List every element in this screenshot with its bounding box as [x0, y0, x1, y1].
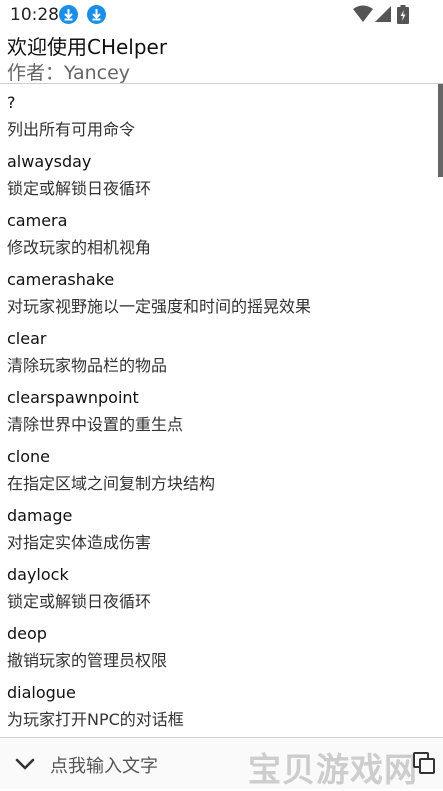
chevron-down-icon[interactable] — [15, 756, 35, 775]
command-description: 对玩家视野施以一定强度和时间的摇晃效果 — [7, 297, 312, 316]
command-item[interactable]: deop 撤销玩家的管理员权限 — [0, 615, 436, 674]
download-icon — [87, 5, 106, 24]
command-description: 对指定实体造成伤害 — [7, 533, 152, 552]
command-name: camera — [7, 211, 68, 230]
signal-icon — [375, 5, 391, 27]
command-description: 锁定或解锁日夜循环 — [7, 592, 152, 611]
command-name: camerashake — [7, 270, 115, 289]
command-description: 清除玩家物品栏的物品 — [7, 356, 168, 375]
command-item[interactable]: alwaysday 锁定或解锁日夜循环 — [0, 143, 436, 202]
copy-icon[interactable] — [413, 752, 435, 778]
command-description: 撤销玩家的管理员权限 — [7, 651, 168, 670]
command-description: 清除世界中设置的重生点 — [7, 415, 184, 434]
command-item[interactable]: clear 清除玩家物品栏的物品 — [0, 320, 436, 379]
command-description: 在指定区域之间复制方块结构 — [7, 474, 216, 493]
wifi-icon — [353, 5, 373, 27]
page-title: 欢迎使用CHelper — [7, 35, 168, 59]
command-input[interactable]: 点我输入文字 — [50, 752, 158, 778]
input-bar[interactable]: 点我输入文字 宝贝游戏网 — [0, 737, 443, 789]
command-item[interactable]: clearspawnpoint 清除世界中设置的重生点 — [0, 379, 436, 438]
command-item[interactable]: damage 对指定实体造成伤害 — [0, 497, 436, 556]
watermark: 宝贝游戏网 — [248, 750, 418, 789]
download-icon — [59, 5, 78, 24]
status-time: 10:28 — [10, 5, 59, 25]
command-name: alwaysday — [7, 152, 92, 171]
command-item[interactable]: dialogue 为玩家打开NPC的对话框 — [0, 674, 436, 733]
command-description: 为玩家打开NPC的对话框 — [7, 710, 184, 729]
command-name: ? — [7, 93, 16, 112]
command-item[interactable]: ? 列出所有可用命令 — [0, 84, 436, 143]
command-list[interactable]: ? 列出所有可用命令 alwaysday 锁定或解锁日夜循环 camera 修改… — [0, 84, 443, 737]
command-name: clear — [7, 329, 47, 348]
command-item[interactable]: camerashake 对玩家视野施以一定强度和时间的摇晃效果 — [0, 261, 436, 320]
command-name: clone — [7, 447, 51, 466]
status-bar: 10:28 — [0, 0, 443, 30]
command-description: 列出所有可用命令 — [7, 120, 136, 139]
command-description: 锁定或解锁日夜循环 — [7, 179, 152, 198]
command-name: deop — [7, 624, 47, 643]
command-name: damage — [7, 506, 73, 525]
command-item[interactable]: camera 修改玩家的相机视角 — [0, 202, 436, 261]
command-item[interactable]: daylock 锁定或解锁日夜循环 — [0, 556, 436, 615]
command-name: daylock — [7, 565, 69, 584]
command-name: clearspawnpoint — [7, 388, 139, 407]
author-label: 作者：Yancey — [7, 62, 131, 84]
scrollbar[interactable] — [438, 84, 443, 177]
command-item[interactable]: clone 在指定区域之间复制方块结构 — [0, 438, 436, 497]
command-description: 修改玩家的相机视角 — [7, 238, 152, 257]
battery-icon — [397, 5, 409, 29]
command-name: dialogue — [7, 683, 76, 702]
